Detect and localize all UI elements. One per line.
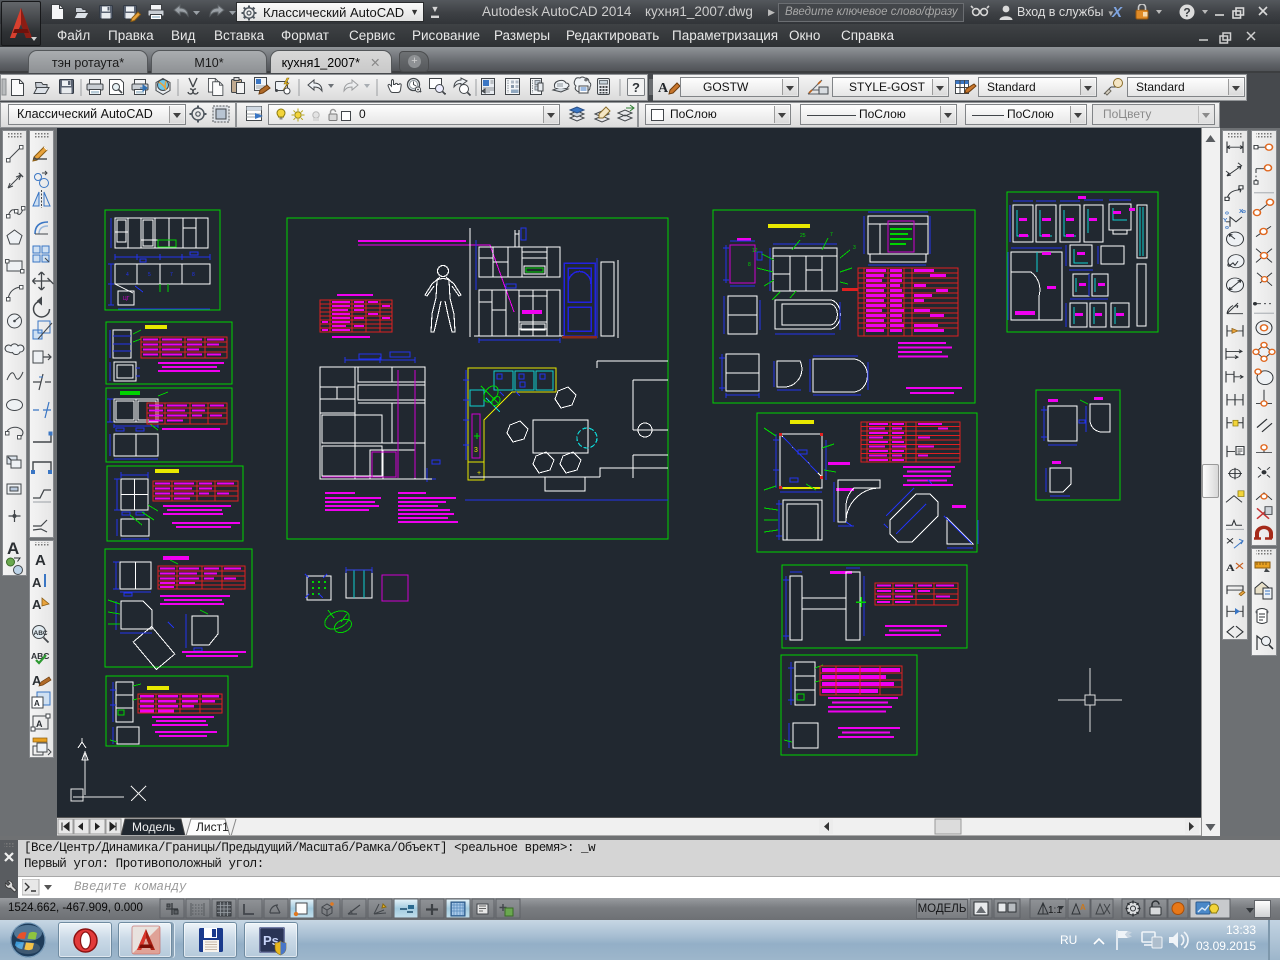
svg-text:o: o: [1225, 226, 1229, 231]
svg-text:Модель: Модель: [132, 820, 175, 834]
svg-text:7: 7: [830, 232, 833, 238]
svg-text:A: A: [32, 597, 42, 612]
svg-text:A: A: [34, 699, 40, 708]
svg-text:3: 3: [474, 447, 478, 454]
svg-text:Лист1: Лист1: [196, 820, 229, 834]
svg-text:A: A: [32, 575, 42, 590]
svg-text:?: ?: [632, 80, 640, 95]
svg-text:ABC: ABC: [34, 630, 48, 637]
svg-text:8: 8: [748, 262, 751, 268]
svg-text:A: A: [36, 719, 43, 729]
svg-text:ABC: ABC: [31, 651, 49, 661]
svg-text:4: 4: [126, 272, 129, 278]
svg-text:A: A: [35, 552, 46, 569]
svg-text:A: A: [1080, 903, 1086, 912]
svg-text:ЦГ: ЦГ: [123, 296, 130, 302]
svg-text:A: A: [7, 539, 19, 558]
svg-text:3: 3: [853, 245, 856, 251]
svg-text:7: 7: [170, 272, 173, 278]
svg-text:A: A: [658, 81, 669, 96]
svg-text:Y: Y: [1223, 218, 1227, 223]
svg-text:12: 12: [752, 248, 758, 254]
svg-text:o: o: [1225, 211, 1229, 216]
svg-text:5: 5: [148, 272, 151, 278]
svg-text:8: 8: [192, 272, 195, 278]
svg-text:A: A: [1226, 563, 1235, 574]
svg-text:25: 25: [800, 233, 806, 239]
svg-text:o: o: [1242, 209, 1246, 214]
svg-text:?: ?: [1183, 6, 1190, 20]
svg-text:+: +: [477, 470, 481, 477]
